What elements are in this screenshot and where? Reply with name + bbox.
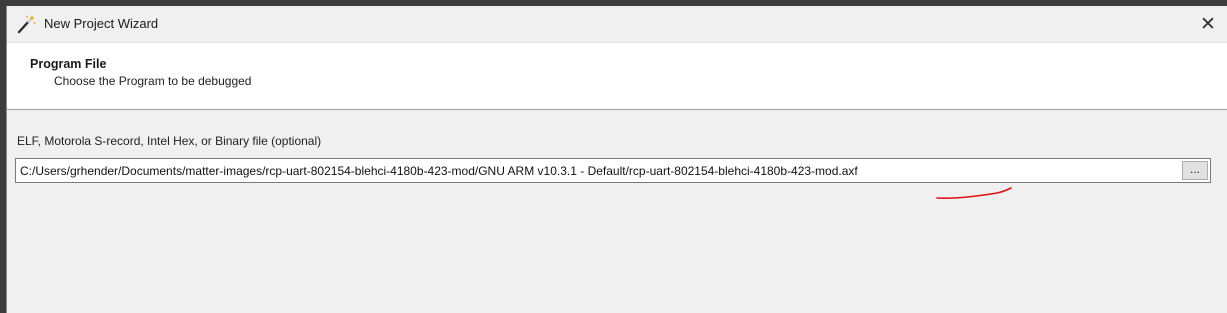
page-description: Choose the Program to be debugged xyxy=(54,74,252,88)
red-underline-annotation xyxy=(936,187,1012,199)
program-file-path[interactable]: C:/Users/grhender/Documents/matter-image… xyxy=(20,164,858,178)
title-bar[interactable]: New Project Wizard ✕ xyxy=(7,6,1227,42)
program-file-label: ELF, Motorola S-record, Intel Hex, or Bi… xyxy=(17,134,322,148)
close-icon: ✕ xyxy=(1200,13,1216,35)
browse-button[interactable]: ... xyxy=(1182,161,1208,180)
new-project-wizard-dialog: New Project Wizard ✕ Program File Choose… xyxy=(6,6,1227,313)
program-file-input[interactable]: C:/Users/grhender/Documents/matter-image… xyxy=(15,158,1211,183)
window-title: New Project Wizard xyxy=(44,16,159,31)
wizard-wand-icon xyxy=(17,15,36,34)
close-button[interactable]: ✕ xyxy=(1188,6,1227,42)
page-title: Program File xyxy=(30,57,107,71)
wizard-page-header: Program File Choose the Program to be de… xyxy=(7,42,1227,110)
